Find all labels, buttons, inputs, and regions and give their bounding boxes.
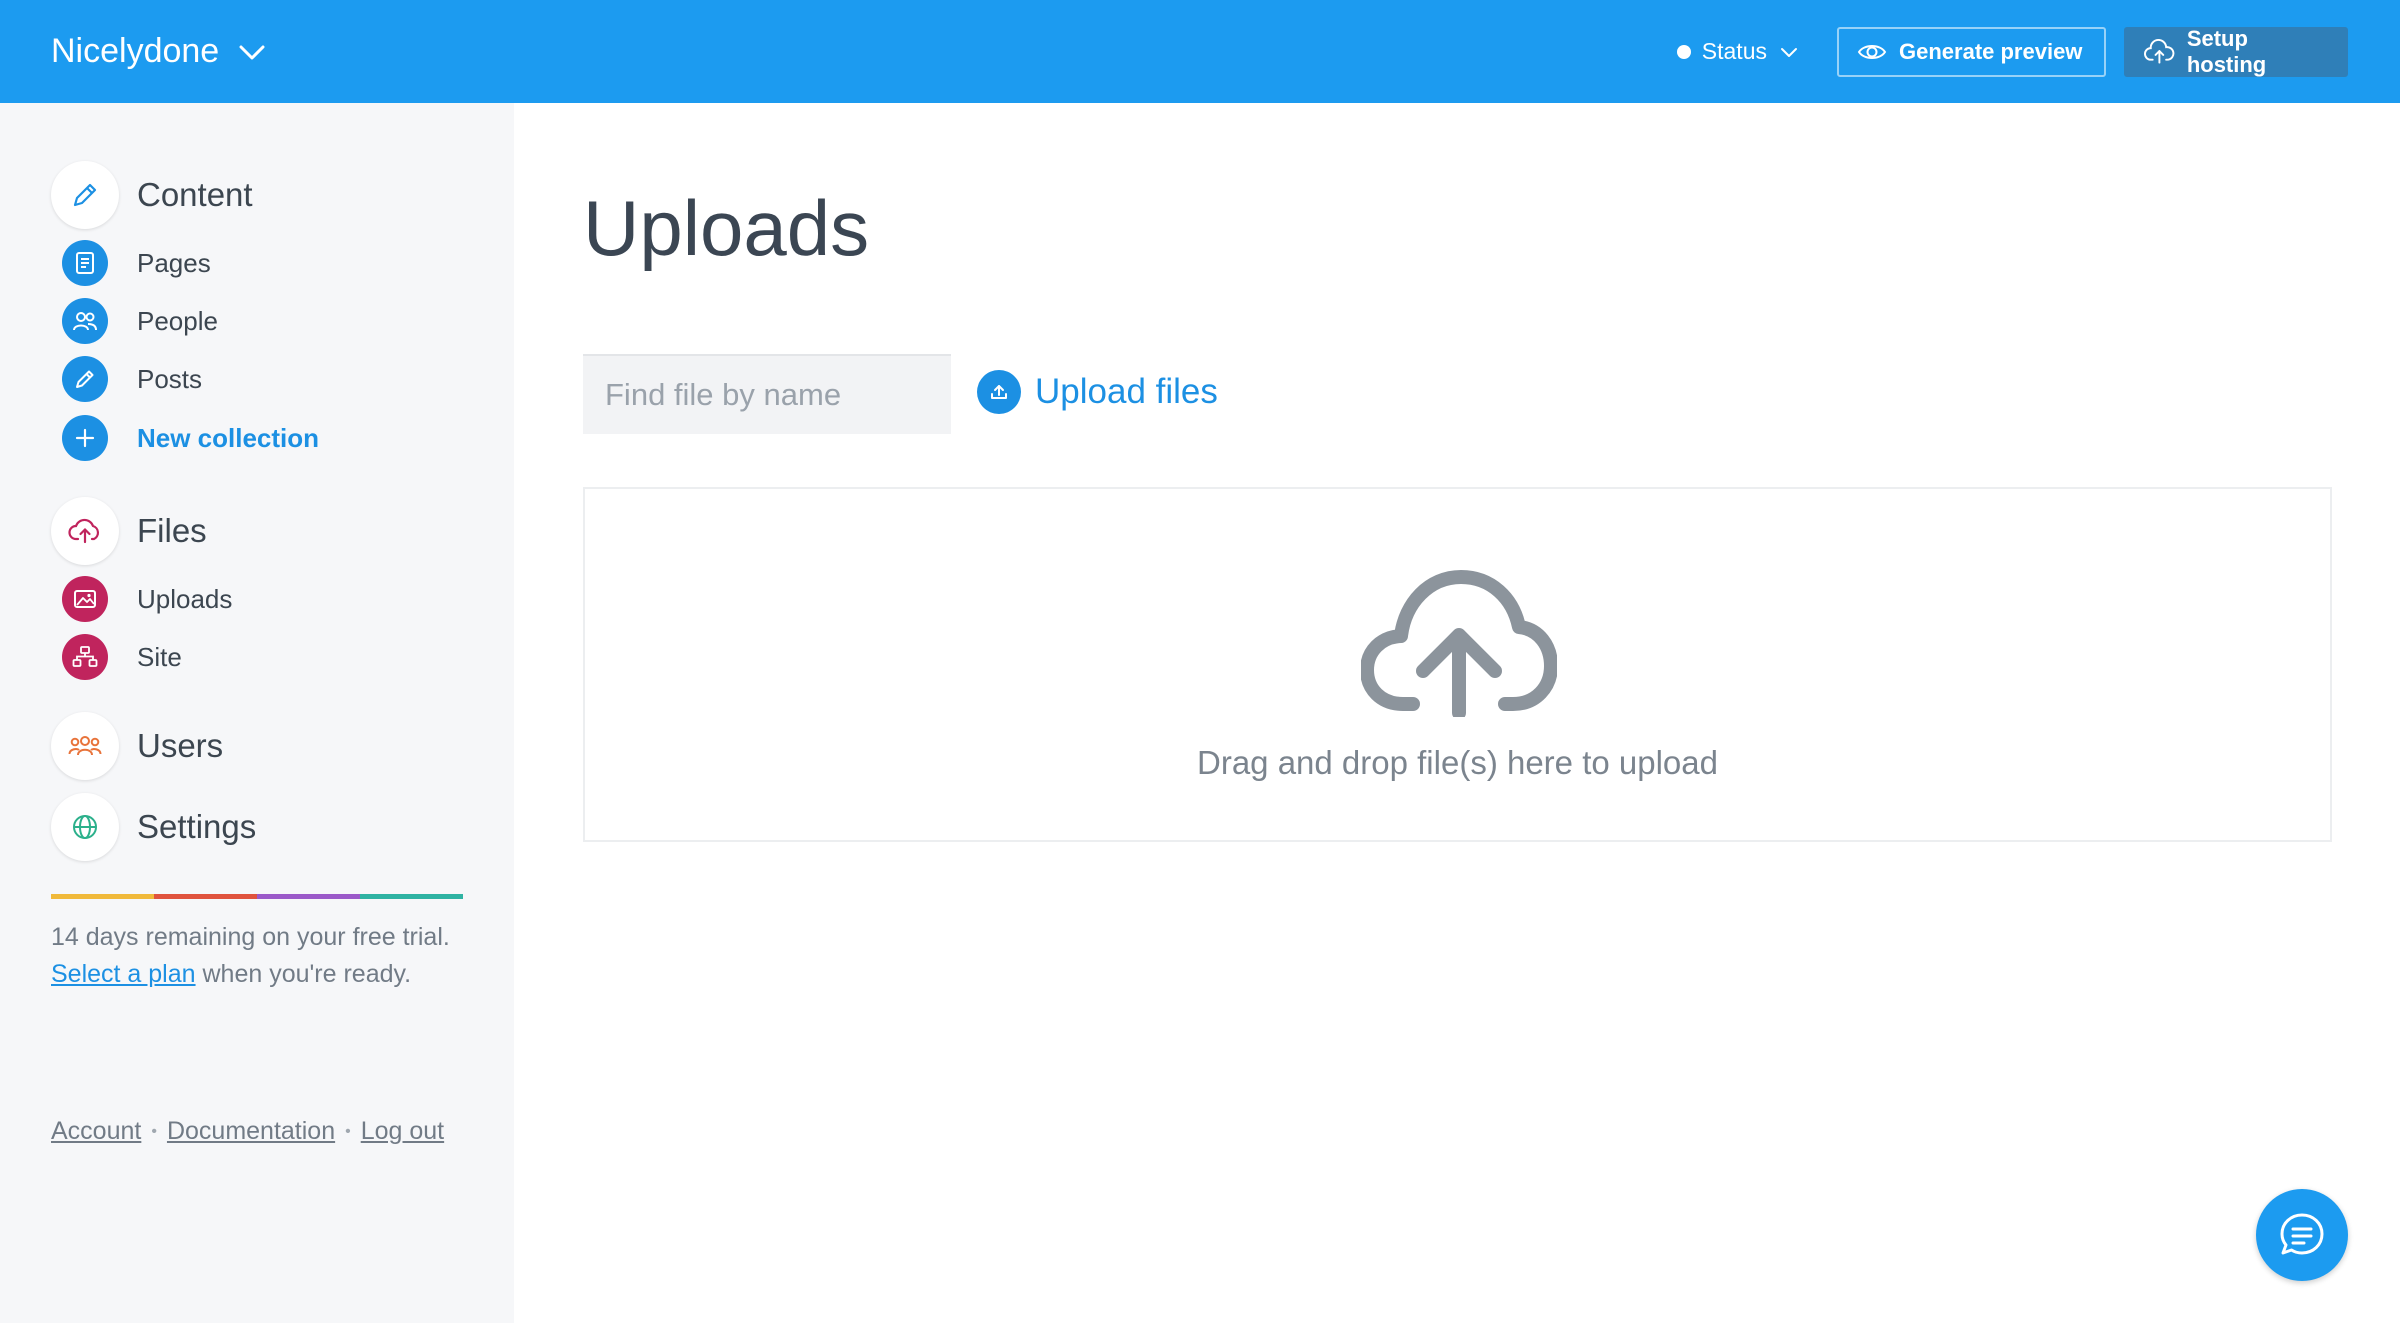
- image-icon: [62, 576, 108, 622]
- sidebar-item-uploads[interactable]: Uploads: [62, 576, 232, 622]
- status-dropdown[interactable]: Status: [1676, 38, 1799, 65]
- pencil-icon: [62, 356, 108, 402]
- account-link[interactable]: Account: [51, 1117, 141, 1146]
- setup-hosting-label: Setup hosting: [2186, 25, 2267, 77]
- site-name: Nicelydone: [51, 32, 220, 70]
- sidebar-section-users[interactable]: Users: [51, 712, 223, 780]
- sidebar-item-pages[interactable]: Pages: [62, 240, 211, 286]
- sidebar-section-settings[interactable]: Settings: [51, 793, 256, 861]
- trial-plan-line: Select a plan when you're ready.: [51, 956, 501, 993]
- page-title: Uploads: [583, 184, 870, 272]
- new-collection-label: New collection: [137, 422, 320, 453]
- trial-progress-divider: [51, 894, 463, 899]
- dropzone-text: Drag and drop file(s) here to upload: [1197, 744, 1718, 781]
- top-bar: Nicelydone Status Generate preview Setup…: [0, 0, 2400, 103]
- separator-dot: •: [345, 1122, 351, 1140]
- documentation-link[interactable]: Documentation: [167, 1117, 335, 1146]
- sidebar: Content Pages People Posts New collectio…: [0, 103, 514, 1323]
- pencil-icon: [51, 161, 119, 229]
- trial-notice: 14 days remaining on your free trial. Se…: [51, 919, 501, 993]
- upload-files-button[interactable]: Upload files: [977, 370, 1218, 414]
- separator-dot: •: [151, 1122, 157, 1140]
- chevron-down-icon: [1781, 47, 1797, 57]
- cloud-upload-icon: [2144, 38, 2175, 64]
- logout-link[interactable]: Log out: [361, 1117, 444, 1146]
- eye-icon: [1857, 44, 1887, 59]
- chevron-down-icon: [239, 45, 265, 59]
- new-collection-button[interactable]: New collection: [62, 415, 319, 461]
- sidebar-section-files[interactable]: Files: [51, 497, 207, 565]
- status-dot: [1676, 44, 1691, 59]
- cloud-upload-icon: [51, 497, 119, 565]
- sidebar-section-label: Users: [137, 727, 224, 764]
- generate-preview-label: Generate preview: [1899, 38, 2083, 64]
- find-file-input[interactable]: [583, 354, 951, 434]
- sidebar-item-label: Posts: [137, 363, 203, 394]
- upload-icon: [977, 370, 1021, 414]
- people-icon: [62, 298, 108, 344]
- site-switcher[interactable]: Nicelydone: [51, 0, 267, 103]
- setup-hosting-button[interactable]: Setup hosting: [2124, 25, 2348, 77]
- users-icon: [51, 712, 119, 780]
- sidebar-section-content[interactable]: Content: [51, 161, 253, 229]
- sidebar-item-label: Pages: [137, 247, 211, 278]
- upload-dropzone[interactable]: Drag and drop file(s) here to upload: [583, 487, 2332, 842]
- plus-icon: [62, 415, 108, 461]
- chat-icon: [2280, 1213, 2324, 1255]
- cloud-upload-icon: [1361, 570, 1557, 717]
- sidebar-item-people[interactable]: People: [62, 298, 218, 344]
- trial-ready-text: when you're ready.: [202, 960, 412, 988]
- sidebar-item-label: Site: [137, 641, 182, 672]
- sidebar-item-label: Uploads: [137, 583, 233, 614]
- generate-preview-button[interactable]: Generate preview: [1837, 26, 2106, 77]
- sidebar-item-label: People: [137, 305, 218, 336]
- globe-icon: [51, 793, 119, 861]
- status-label: Status: [1701, 38, 1767, 64]
- sitemap-icon: [62, 634, 108, 680]
- select-plan-link[interactable]: Select a plan: [51, 960, 196, 988]
- page-icon: [62, 240, 108, 286]
- sidebar-section-label: Settings: [137, 808, 257, 845]
- trial-days-text: 14 days remaining on your free trial.: [51, 923, 450, 951]
- sidebar-item-site[interactable]: Site: [62, 634, 182, 680]
- sidebar-section-label: Files: [137, 512, 207, 549]
- sidebar-footer-links: Account • Documentation • Log out: [51, 1117, 444, 1146]
- upload-files-label: Upload files: [1035, 372, 1218, 411]
- sidebar-item-posts[interactable]: Posts: [62, 356, 202, 402]
- sidebar-section-label: Content: [137, 176, 253, 213]
- chat-widget-button[interactable]: [2256, 1189, 2348, 1281]
